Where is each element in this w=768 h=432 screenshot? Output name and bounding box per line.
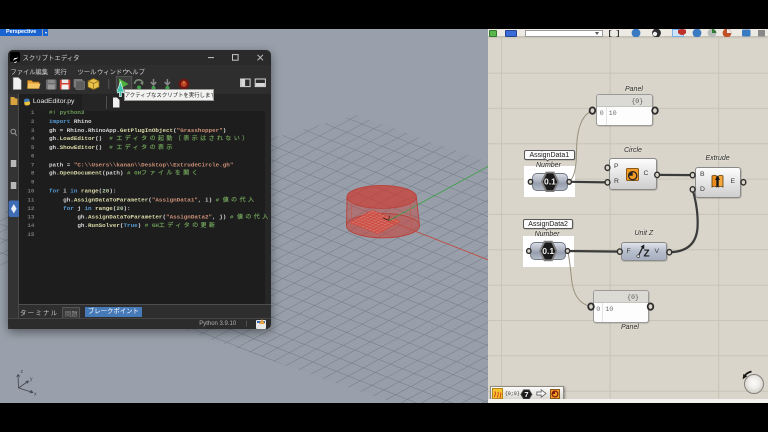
svg-text:z: z: [21, 369, 24, 375]
svg-text:x: x: [34, 392, 37, 398]
svg-text:y: y: [30, 377, 33, 383]
